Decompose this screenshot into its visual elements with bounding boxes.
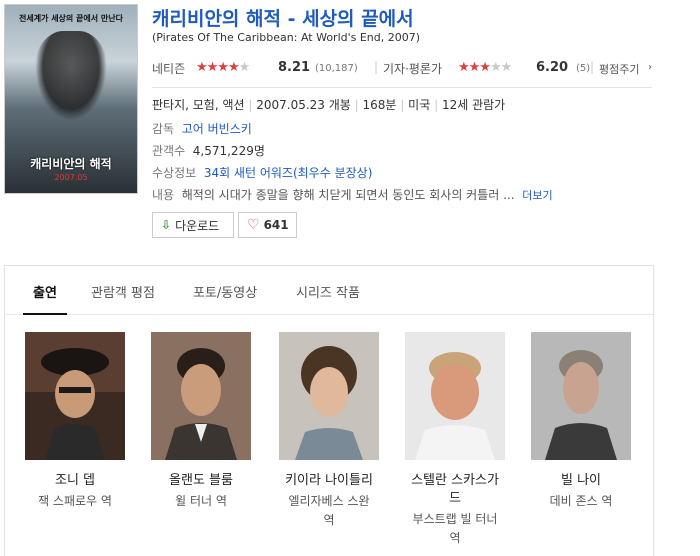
- poster-date: 2007.05: [54, 173, 88, 182]
- rating-separator: |: [374, 60, 379, 74]
- meta-row: 판타지, 모험, 액션 | 2007.05.23 개봉 | 168분 | 미국 …: [152, 98, 506, 112]
- cast-card[interactable]: 스텔란 스카스가 드 부스트랩 빌 터너 역: [400, 332, 510, 548]
- awards-label: 수상정보: [152, 166, 197, 180]
- movie-title[interactable]: 캐리비안의 해적 - 세상의 끝에서: [152, 4, 414, 31]
- netizen-label: 네티즌: [152, 62, 186, 76]
- movie-poster[interactable]: 전세계가 세상의 끝에서 만난다 캐리비안의 해적 2007.05: [4, 4, 138, 194]
- actor-role: 윌 터너 역: [175, 494, 227, 508]
- critic-stars-icon: ★★★ ★★: [458, 60, 512, 75]
- download-button[interactable]: ⇩ 다운로드: [152, 212, 234, 238]
- age-grade: 12세 관람가: [441, 98, 506, 112]
- genre[interactable]: 판타지, 모험, 액션: [152, 98, 245, 112]
- cast-card[interactable]: 키이라 나이틀리 엘리자베스 스완 역: [274, 332, 384, 530]
- critic-label: 기자·평론가: [383, 62, 443, 76]
- rating-separator-2: |: [590, 60, 595, 74]
- poster-figure: [35, 31, 107, 121]
- actor-photo[interactable]: [279, 332, 379, 460]
- plot-label: 내용: [152, 188, 175, 202]
- audience-count: 4,571,229명: [192, 144, 265, 158]
- actor-role: 데비 존스 역: [549, 494, 613, 508]
- rate-link[interactable]: 평점주기: [599, 61, 639, 77]
- actor-photo[interactable]: [151, 332, 251, 460]
- download-icon: ⇩: [161, 218, 172, 232]
- critic-score: 6.20: [536, 60, 569, 75]
- like-button[interactable]: ♡ 641: [238, 212, 297, 238]
- rating-row: 네티즌 ★★★★ ★ 8.21 (10,187) | 기자·평론가 ★★★ ★★ 6…: [152, 60, 652, 80]
- tab-cast[interactable]: 출연: [23, 282, 67, 315]
- cast-card[interactable]: 올랜도 블룸 윌 터너 역: [146, 332, 256, 511]
- netizen-stars-icon: ★★★★ ★: [196, 60, 250, 75]
- actor-photo[interactable]: [531, 332, 631, 460]
- tab-bar: 출연 관람객 평점 포토/동영상 시리즈 작품: [5, 266, 653, 315]
- director-label: 감독: [152, 122, 175, 136]
- actor-photo[interactable]: [405, 332, 505, 460]
- audience-row: 관객수 4,571,229명: [152, 142, 265, 159]
- cast-card[interactable]: 빌 나이 데비 존스 역: [526, 332, 636, 511]
- download-label: 다운로드: [175, 218, 220, 233]
- actor-name[interactable]: 키이라 나이틀리: [274, 472, 384, 490]
- like-count: 641: [263, 218, 289, 232]
- actor-role: 엘리자베스 스완 역: [288, 494, 370, 527]
- poster-tagline: 전세계가 세상의 끝에서 만난다: [18, 14, 124, 23]
- more-link[interactable]: 더보기: [522, 189, 552, 202]
- netizen-score: 8.21: [278, 60, 311, 75]
- actor-name[interactable]: 스텔란 스카스가 드: [400, 472, 510, 508]
- director-link[interactable]: 고어 버빈스키: [182, 122, 252, 136]
- country[interactable]: 미국: [408, 98, 430, 112]
- tab-series[interactable]: 시리즈 작품: [296, 282, 360, 301]
- runtime: 168분: [362, 98, 397, 112]
- actor-name[interactable]: 조니 뎁: [20, 472, 130, 490]
- heart-icon: ♡: [247, 217, 260, 233]
- netizen-count: (10,187): [315, 63, 358, 74]
- actor-name[interactable]: 올랜도 블룸: [146, 472, 256, 490]
- release-date[interactable]: 2007.05.23 개봉: [256, 98, 351, 112]
- info-divider: [152, 87, 652, 88]
- cast-card[interactable]: 조니 뎁 잭 스패로우 역: [20, 332, 130, 511]
- movie-subtitle: (Pirates Of The Caribbean: At World's En…: [152, 31, 421, 44]
- poster-title: 캐리비안의 해적: [30, 157, 112, 171]
- audience-label: 관객수: [152, 144, 186, 158]
- director-row: 감독 고어 버빈스키: [152, 120, 252, 137]
- actor-role: 부스트랩 빌 터너 역: [412, 512, 498, 545]
- critic-count: (5): [576, 63, 591, 74]
- actor-role: 잭 스패로우 역: [38, 494, 112, 508]
- tab-photo-video[interactable]: 포토/동영상: [193, 282, 257, 301]
- awards-link[interactable]: 34회 새턴 어워즈(최우수 분장상): [204, 166, 373, 180]
- plot-text: 해적의 시대가 종말을 향해 치닫게 되면서 동인도 회사의 커틀러 ...: [181, 188, 515, 202]
- actor-name[interactable]: 빌 나이: [526, 472, 636, 490]
- actor-photo[interactable]: [25, 332, 125, 460]
- awards-row: 수상정보 34회 새턴 어워즈(최우수 분장상): [152, 164, 372, 181]
- plot-row: 내용 해적의 시대가 종말을 향해 치닫게 되면서 동인도 회사의 커틀러 ..…: [152, 186, 553, 203]
- chevron-right-icon: ›: [648, 62, 652, 73]
- tab-audience-rating[interactable]: 관람객 평점: [91, 282, 155, 301]
